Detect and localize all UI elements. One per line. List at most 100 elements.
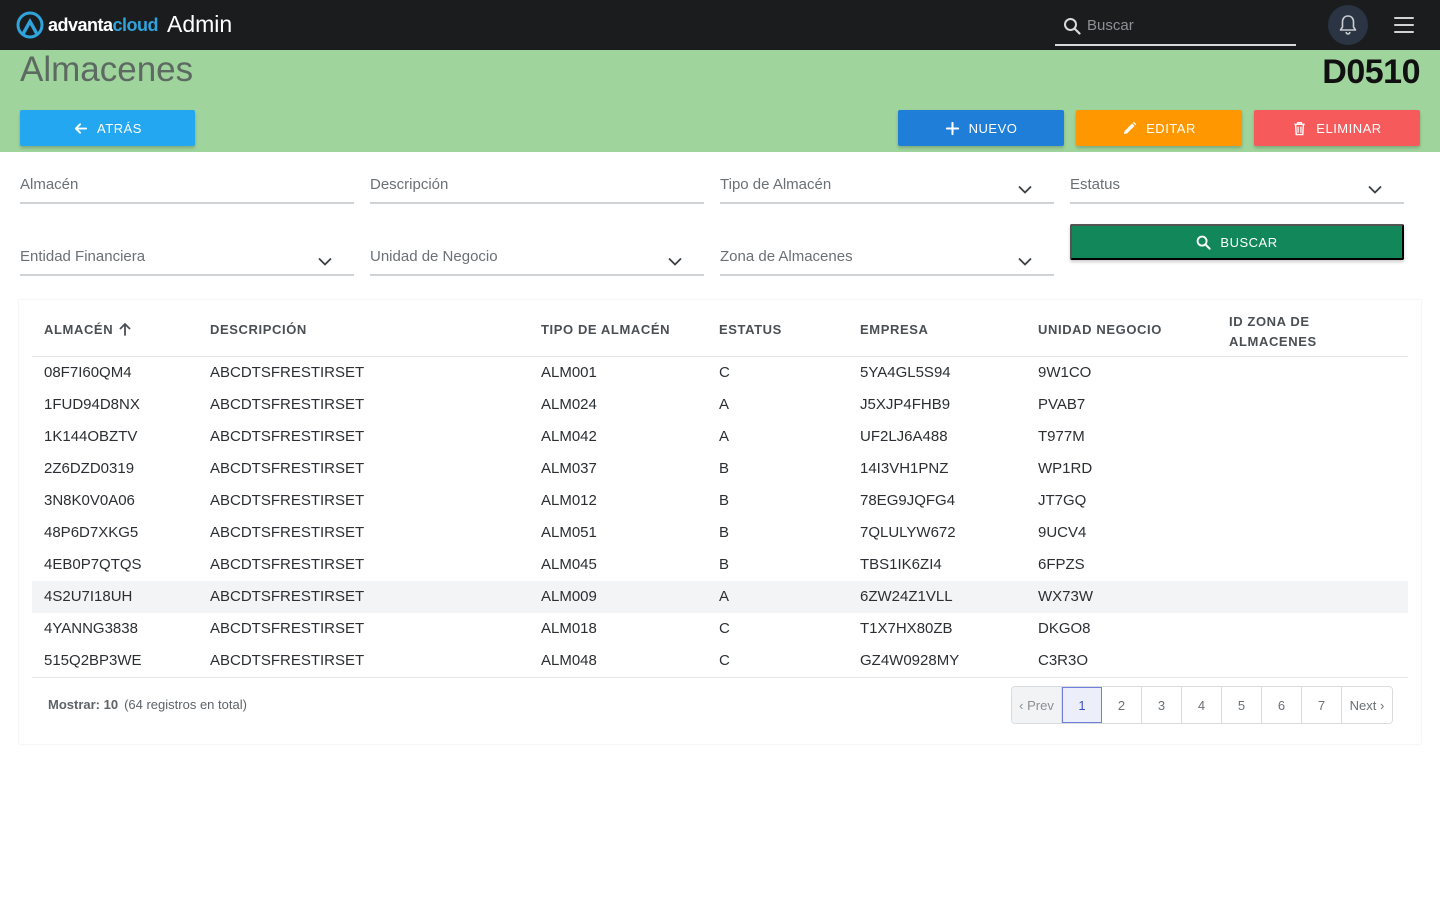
table-row[interactable]: 48P6D7XKG5 ABCDTSFRESTIRSET ALM051 B 7QLULYW… [32,517,1408,549]
almacen-field-label: Almacén [20,176,79,193]
advanta-cloud-logo-icon [16,11,44,39]
table-header: ALMACÉN DESCRIPCIÓN TIPO DE ALMACÉN ESTA… [32,300,1408,357]
pagination-prev[interactable]: ‹ Prev [1012,687,1062,723]
column-header-descripcion[interactable]: DESCRIPCIÓN [210,320,307,340]
entidad-financiera-select[interactable]: Entidad Financiera [20,244,354,276]
cell-estatus: A [719,428,730,445]
cell-almacen: 08F7I60QM4 [44,364,132,381]
pagination-page[interactable]: 1 [1062,687,1102,723]
cell-tipo: ALM012 [541,492,597,509]
hamburger-menu-icon[interactable] [1394,17,1414,35]
cell-estatus: C [719,620,730,637]
cell-descripcion: ABCDTSFRESTIRSET [210,428,365,445]
plus-icon [945,121,959,135]
page-code: D0510 [1322,53,1420,91]
table-body: 08F7I60QM4 ABCDTSFRESTIRSET ALM001 C 5YA4GL5… [32,357,1408,677]
new-button[interactable]: NUEVO [898,110,1064,146]
search-button[interactable]: BUSCAR [1070,224,1404,260]
cell-tipo: ALM018 [541,620,597,637]
page-header: Almacenes D0510 ATRÁS NUEVO EDITAR ELIMI… [0,50,1440,152]
table-row[interactable]: 4S2U7I18UH ABCDTSFRESTIRSET ALM009 A 6ZW24Z1… [32,581,1408,613]
cell-almacen: 3N8K0V0A06 [44,492,135,509]
notifications-button[interactable] [1328,5,1368,45]
table-row[interactable]: 08F7I60QM4 ABCDTSFRESTIRSET ALM001 C 5YA4GL5… [32,357,1408,389]
pagination-page[interactable]: 4 [1182,687,1222,723]
chevron-down-icon [1368,185,1382,194]
cell-estatus: C [719,652,730,669]
cell-almacen: 2Z6DZD0319 [44,460,135,477]
page-size-label[interactable]: Mostrar: 10 [48,697,118,712]
cell-estatus: B [719,460,730,477]
tipo-almacen-select[interactable]: Tipo de Almacén [720,172,1054,204]
pagination-page[interactable]: 5 [1222,687,1262,723]
cell-empresa: 7QLULYW672 [860,524,956,541]
total-records: (64 registros en total) [124,697,247,712]
records-summary: Mostrar: 10 (64 registros en total) [48,697,247,712]
pagination-page[interactable]: 3 [1142,687,1182,723]
table-row[interactable]: 2Z6DZD0319 ABCDTSFRESTIRSET ALM037 B 14I3VH1… [32,453,1408,485]
pagination-page[interactable]: 7 [1302,687,1342,723]
table-row[interactable]: 515Q2BP3WE ABCDTSFRESTIRSET ALM048 C GZ4W092… [32,645,1408,677]
estatus-label: Estatus [1070,176,1121,193]
table-row[interactable]: 3N8K0V0A06 ABCDTSFRESTIRSET ALM012 B 78EG9JQ… [32,485,1408,517]
table-row[interactable]: 4EB0P7QTQS ABCDTSFRESTIRSET ALM045 B TBS1IK6… [32,549,1408,581]
cell-unidad-negocio: WX73W [1038,588,1094,605]
page-title: Almacenes [20,50,194,89]
cell-estatus: C [719,364,730,381]
cell-empresa: 78EG9JQFG4 [860,492,956,509]
delete-button[interactable]: ELIMINAR [1254,110,1420,146]
cell-unidad-negocio: C3R3O [1038,652,1089,669]
pagination-page[interactable]: 6 [1262,687,1302,723]
cell-unidad-negocio: T977M [1038,428,1085,445]
cell-unidad-negocio: 6FPZS [1038,556,1085,573]
brand-logo[interactable]: advantacloud [15,11,159,39]
unidad-negocio-select[interactable]: Unidad de Negocio [370,244,704,276]
brand-name: advantacloud [48,14,159,36]
back-button[interactable]: ATRÁS [20,110,195,146]
back-button-label: ATRÁS [97,120,142,136]
cell-unidad-negocio: 9W1CO [1038,364,1092,381]
column-header-empresa[interactable]: EMPRESA [860,320,929,340]
entidad-financiera-label: Entidad Financiera [20,248,146,265]
descripcion-field[interactable]: Descripción [370,172,704,204]
global-search-input[interactable] [1087,12,1287,38]
table-row[interactable]: 1K144OBZTV ABCDTSFRESTIRSET ALM042 A UF2LJ6A… [32,421,1408,453]
tipo-almacen-label: Tipo de Almacén [720,176,832,193]
cell-almacen: 48P6D7XKG5 [44,524,139,541]
cell-almacen: 515Q2BP3WE [44,652,142,669]
column-header-unidad-negocio[interactable]: UNIDAD NEGOCIO [1038,320,1162,340]
cell-tipo: ALM048 [541,652,597,669]
zona-almacenes-select[interactable]: Zona de Almacenes [720,244,1054,276]
cell-tipo: ALM051 [541,524,597,541]
column-header-id-zona[interactable]: ID ZONA DE ALMACENES [1229,312,1317,352]
edit-button-label: EDITAR [1146,120,1196,136]
cell-almacen: 1FUD94D8NX [44,396,140,413]
cell-estatus: B [719,556,730,573]
estatus-select[interactable]: Estatus [1070,172,1404,204]
cell-estatus: B [719,492,730,509]
bell-icon [1339,15,1357,35]
cell-almacen: 4EB0P7QTQS [44,556,142,573]
cell-estatus: A [719,588,730,605]
column-header-almacen[interactable]: ALMACÉN [44,320,131,340]
column-header-id-zona-line1: ID ZONA DE [1229,314,1310,329]
arrow-left-icon [74,122,88,134]
brand-name-part1: advanta [48,14,113,35]
pagination-page[interactable]: 2 [1102,687,1142,723]
chevron-down-icon [1018,257,1032,266]
cell-unidad-negocio: DKGO8 [1038,620,1091,637]
almacen-field[interactable]: Almacén [20,172,354,204]
results-card: ALMACÉN DESCRIPCIÓN TIPO DE ALMACÉN ESTA… [19,300,1421,744]
column-header-tipo[interactable]: TIPO DE ALMACÉN [541,320,670,340]
chevron-down-icon [318,257,332,266]
table-row[interactable]: 1FUD94D8NX ABCDTSFRESTIRSET ALM024 A J5XJP4F… [32,389,1408,421]
pagination-next[interactable]: Next › [1342,687,1392,723]
cell-tipo: ALM045 [541,556,597,573]
cell-empresa: T1X7HX80ZB [860,620,953,637]
top-navbar: advantacloud Admin [0,0,1440,50]
table-row[interactable]: 4YANNG3838 ABCDTSFRESTIRSET ALM018 C T1X7HX8… [32,613,1408,645]
cell-unidad-negocio: 9UCV4 [1038,524,1087,541]
column-header-estatus[interactable]: ESTATUS [719,320,782,340]
edit-button[interactable]: EDITAR [1076,110,1242,146]
cell-descripcion: ABCDTSFRESTIRSET [210,460,365,477]
